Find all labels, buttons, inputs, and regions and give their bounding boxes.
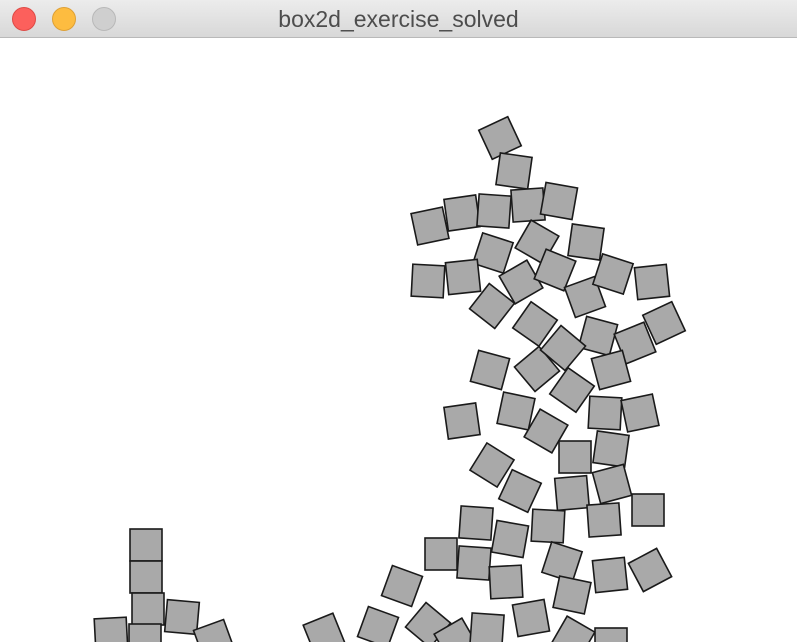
physics-box (490, 519, 530, 559)
physics-box (471, 231, 515, 275)
physics-box (302, 612, 346, 642)
physics-box (469, 349, 511, 391)
physics-box (594, 627, 628, 642)
physics-box (129, 560, 163, 594)
physics-box (443, 194, 481, 232)
physics-box (93, 616, 129, 642)
physics-box (443, 402, 481, 440)
physics-box (476, 193, 512, 229)
app-window: box2d_exercise_solved (0, 0, 797, 642)
physics-box (497, 468, 543, 514)
box-scene (93, 115, 687, 642)
physics-box (539, 181, 579, 221)
physics-box (410, 206, 450, 246)
physics-box (192, 618, 236, 642)
physics-box (488, 564, 524, 600)
physics-box (510, 187, 546, 223)
physics-box (590, 349, 632, 391)
physics-box (577, 315, 619, 357)
physics-box (163, 598, 201, 636)
physics-box (591, 556, 629, 594)
physics-box (469, 612, 505, 642)
physics-box (550, 615, 596, 642)
physics-box (444, 258, 482, 296)
physics-box (631, 493, 665, 527)
window-title: box2d_exercise_solved (278, 6, 519, 32)
physics-box (511, 598, 551, 638)
physics-box (356, 605, 400, 642)
physics-box (591, 463, 633, 505)
physics-box (380, 564, 424, 608)
simulation-canvas[interactable] (0, 38, 797, 642)
physics-box (633, 263, 671, 301)
physics-box (567, 223, 605, 261)
physics-box (131, 592, 165, 626)
physics-box (456, 545, 492, 581)
physics-box (458, 505, 494, 541)
physics-box (129, 528, 163, 562)
physics-box (553, 474, 591, 512)
minimize-icon[interactable] (52, 7, 76, 31)
close-icon[interactable] (12, 7, 36, 31)
physics-box (128, 623, 162, 642)
physics-box (586, 502, 622, 538)
physics-box (424, 537, 458, 571)
physics-box (558, 440, 592, 474)
physics-box (552, 575, 592, 615)
physics-box (530, 508, 566, 544)
physics-box (627, 547, 673, 593)
physics-box (587, 395, 623, 431)
physics-box (496, 391, 536, 431)
physics-box (410, 263, 446, 299)
title-bar[interactable]: box2d_exercise_solved (0, 0, 797, 38)
physics-box (592, 430, 630, 468)
physics-box (620, 393, 660, 433)
physics-box (495, 152, 533, 190)
zoom-icon[interactable] (92, 7, 116, 31)
